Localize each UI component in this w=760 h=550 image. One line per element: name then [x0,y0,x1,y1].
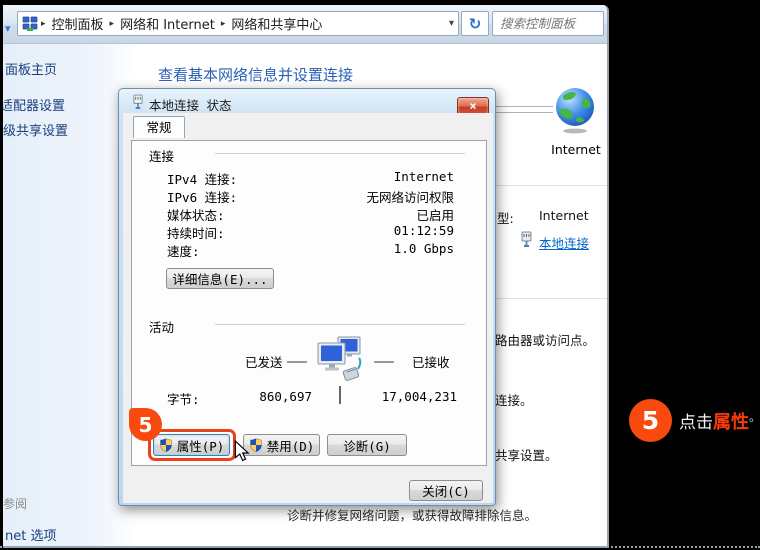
annotation-target: 属性 [713,411,749,433]
breadcrumb-network-internet[interactable]: 网络和 Internet [117,14,218,33]
detail-label: IPv4 连接: [167,172,238,187]
group-activity-label: 活动 [149,320,175,335]
network-center-icon [22,16,38,32]
breadcrumb-separator-icon: ▸ [109,18,115,29]
text-fragment: 共享设置。 [495,448,558,463]
access-type-value: Internet [539,208,589,223]
bytes-divider [339,386,341,404]
detail-label: IPv6 连接: [167,190,238,205]
tab-page: 连接 IPv4 连接: Internet IPv6 连接: 无网络访问权限 媒体状态… [131,140,487,466]
annotation-step-badge: 5 [629,399,672,442]
breadcrumb-separator-icon: ▸ [41,18,46,29]
address-toolbar: ▾ ▸ 控制面板 ▸ 网络和 Internet ▸ 网络和共享中心 ▾ ↻ 搜索… [3,5,607,44]
page-title: 查看基本网络信息并设置连接 [158,66,354,84]
details-button[interactable]: 详细信息(E)... [166,268,274,289]
search-input[interactable] [493,12,603,35]
screenshot-bottom-edge [0,546,760,548]
activity-dash [287,361,307,363]
sidebar: 面板主页 适配器设置 级共享设置 参阅 net 选项 [3,44,136,546]
bytes-received-value: 17,004,231 [381,389,457,404]
search-box [492,11,604,36]
bytes-label: 字节: [167,392,200,407]
ethernet-plug-icon [132,94,144,114]
received-label: 已接收 [412,355,450,370]
group-line [215,153,465,157]
screenshot-stage: ▾ ▸ 控制面板 ▸ 网络和 Internet ▸ 网络和共享中心 ▾ ↻ 搜索… [0,0,760,550]
annotation-period: 。 [749,409,760,424]
computers-activity-icon [314,335,364,393]
step-badge: 5 [129,408,162,441]
bytes-sent-value: 860,697 [259,389,312,404]
address-bar[interactable]: ▸ 控制面板 ▸ 网络和 Internet ▸ 网络和共享中心 ▾ [17,11,459,36]
tab-general[interactable]: 常规 [133,116,185,138]
address-dropdown-icon[interactable]: ▾ [449,18,454,29]
breadcrumb-network-sharing-center[interactable]: 网络和共享中心 [228,14,325,33]
diagnose-description: 诊断并修复网络问题，或获得故障排除信息。 [287,508,538,523]
sidebar-see-also-header: 参阅 [3,497,28,511]
history-dropdown-icon[interactable]: ▾ [5,22,11,35]
annotation-action: 点击 [679,412,713,433]
connection-status-dialog: 本地连接 状态 × 常规 连接 IPv4 连接: Internet IPv6 连接… [118,88,496,506]
detail-label: 媒体状态: [167,208,225,223]
panel-separator [495,185,607,186]
diagnose-button[interactable]: 诊断(G) [327,434,407,456]
close-icon: × [469,99,477,113]
panel-separator [495,298,607,299]
text-fragment: 连接。 [495,393,533,408]
disable-button[interactable]: 禁用(D) [243,434,320,456]
breadcrumb-control-panel[interactable]: 控制面板 [49,14,107,33]
detail-value: 01:12:59 [393,223,454,238]
group-line [215,324,465,328]
uac-shield-icon [249,438,263,452]
activity-dash [374,361,394,363]
detail-value: 1.0 Gbps [393,241,454,256]
sidebar-item-control-panel-home[interactable]: 面板主页 [5,59,57,78]
annotation-text: 点击属性。 [679,408,760,434]
detail-value: 无网络访问权限 [366,190,454,205]
dialog-title: 本地连接 状态 [149,98,232,113]
refresh-button[interactable]: ↻ [461,11,489,36]
detail-value: Internet [393,169,454,184]
access-type-label: 型: [497,211,514,226]
annotation: 5 点击属性。 [629,399,760,442]
dialog-close-button[interactable]: 关闭(C) [409,480,483,501]
refresh-icon: ↻ [468,14,482,33]
mouse-cursor-icon [234,439,250,466]
internet-globe-icon [553,85,597,139]
detail-value: 已启用 [416,208,454,223]
sidebar-item-change-adapter-settings[interactable]: 适配器设置 [3,95,65,114]
detail-label: 持续时间: [167,226,225,241]
sidebar-item-internet-options[interactable]: net 选项 [5,525,56,544]
sidebar-item-advanced-sharing-settings[interactable]: 级共享设置 [3,120,68,139]
annotation-highlight-box [148,429,236,461]
group-connection-label: 连接 [149,149,175,164]
breadcrumb-separator-icon: ▸ [220,18,226,29]
ethernet-plug-icon [520,231,533,252]
detail-label: 速度: [167,244,200,259]
sent-label: 已发送 [245,355,283,370]
internet-node-label: Internet [551,142,601,157]
disable-button-label: 禁用(D) [266,438,315,454]
local-connection-link[interactable]: 本地连接 [539,233,589,252]
text-fragment: 路由器或访问点。 [495,333,596,348]
network-map-line [495,106,553,113]
